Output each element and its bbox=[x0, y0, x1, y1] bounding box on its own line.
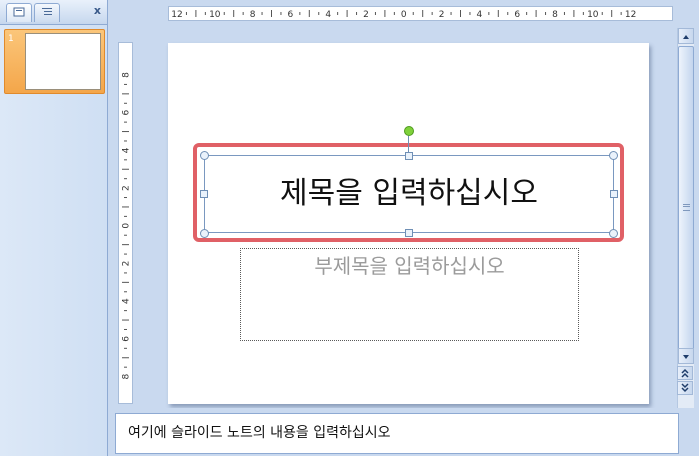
slides-pane: x 1 bbox=[0, 0, 108, 456]
arrow-down-icon bbox=[683, 355, 689, 359]
double-chevron-up-icon bbox=[681, 368, 689, 378]
ruler-label: 0 bbox=[122, 223, 132, 229]
horizontal-ruler-ticks: 12 10 8 6 4 2 0 2 4 6 8 10 12 bbox=[171, 10, 636, 20]
next-slide-button[interactable] bbox=[677, 381, 693, 395]
slide-thumbnail-selected[interactable]: 1 bbox=[4, 29, 105, 94]
ruler-label: 6 bbox=[122, 110, 132, 116]
slide-thumbnail-image bbox=[25, 33, 101, 90]
tab-slides[interactable] bbox=[6, 3, 32, 22]
vertical-scrollbar[interactable] bbox=[677, 28, 694, 408]
ruler-label: 2 bbox=[439, 10, 445, 20]
scroll-up-button[interactable] bbox=[678, 28, 694, 44]
resize-handle-bottom-left[interactable] bbox=[200, 229, 209, 238]
subtitle-placeholder-text[interactable]: 부제목을 입력하십시오 bbox=[240, 252, 579, 280]
double-chevron-down-icon bbox=[681, 383, 689, 393]
ruler-label: 12 bbox=[171, 10, 182, 20]
tab-outline[interactable] bbox=[34, 3, 60, 22]
scroll-down-button[interactable] bbox=[678, 348, 694, 364]
ruler-label: 0 bbox=[401, 10, 407, 20]
ruler-label: 8 bbox=[250, 10, 256, 20]
ruler-label: 4 bbox=[122, 298, 132, 304]
title-placeholder-text[interactable]: 제목을 입력하십시오 bbox=[204, 174, 614, 214]
resize-handle-bottom-right[interactable] bbox=[609, 229, 618, 238]
resize-handle-right[interactable] bbox=[610, 190, 618, 198]
vertical-ruler: 8 6 4 2 0 2 4 6 8 bbox=[118, 42, 133, 404]
ruler-label: 8 bbox=[122, 373, 132, 379]
resize-handle-bottom[interactable] bbox=[405, 229, 413, 237]
ruler-label: 8 bbox=[552, 10, 558, 20]
scrollbar-grip bbox=[683, 204, 690, 211]
ruler-label: 6 bbox=[514, 10, 520, 20]
notes-pane[interactable]: 여기에 슬라이드 노트의 내용을 입력하십시오 bbox=[115, 413, 679, 454]
resize-handle-top-right[interactable] bbox=[609, 151, 618, 160]
slides-tab-icon bbox=[13, 7, 25, 17]
ruler-label: 12 bbox=[625, 10, 636, 20]
ruler-label: 2 bbox=[122, 185, 132, 191]
ruler-label: 6 bbox=[288, 10, 294, 20]
ruler-label: 2 bbox=[122, 261, 132, 267]
resize-handle-left[interactable] bbox=[200, 190, 208, 198]
pane-tab-bar: x bbox=[0, 0, 107, 25]
slide-navigation bbox=[677, 366, 694, 396]
ruler-label: 10 bbox=[209, 10, 221, 20]
resize-handle-top-left[interactable] bbox=[200, 151, 209, 160]
horizontal-ruler: 12 10 8 6 4 2 0 2 4 6 8 10 12 bbox=[168, 6, 673, 21]
ruler-label: 10 bbox=[587, 10, 599, 20]
arrow-up-icon bbox=[683, 35, 689, 39]
ruler-label: 8 bbox=[122, 72, 132, 78]
scrollbar-thumb[interactable] bbox=[678, 46, 694, 364]
close-pane-icon[interactable]: x bbox=[94, 4, 101, 18]
notes-placeholder-text[interactable]: 여기에 슬라이드 노트의 내용을 입력하십시오 bbox=[128, 424, 391, 442]
previous-slide-button[interactable] bbox=[677, 366, 693, 380]
outline-tab-icon bbox=[42, 8, 52, 15]
rotate-handle[interactable] bbox=[404, 126, 414, 136]
ruler-label: 4 bbox=[122, 147, 132, 153]
ruler-label: 2 bbox=[363, 10, 369, 20]
slide-thumbnail-number: 1 bbox=[8, 34, 14, 44]
ruler-label: 4 bbox=[477, 10, 483, 20]
vertical-ruler-ticks: 8 6 4 2 0 2 4 6 8 bbox=[122, 72, 132, 380]
ruler-label: 4 bbox=[325, 10, 331, 20]
resize-handle-top[interactable] bbox=[405, 152, 413, 160]
ruler-label: 6 bbox=[122, 336, 132, 342]
